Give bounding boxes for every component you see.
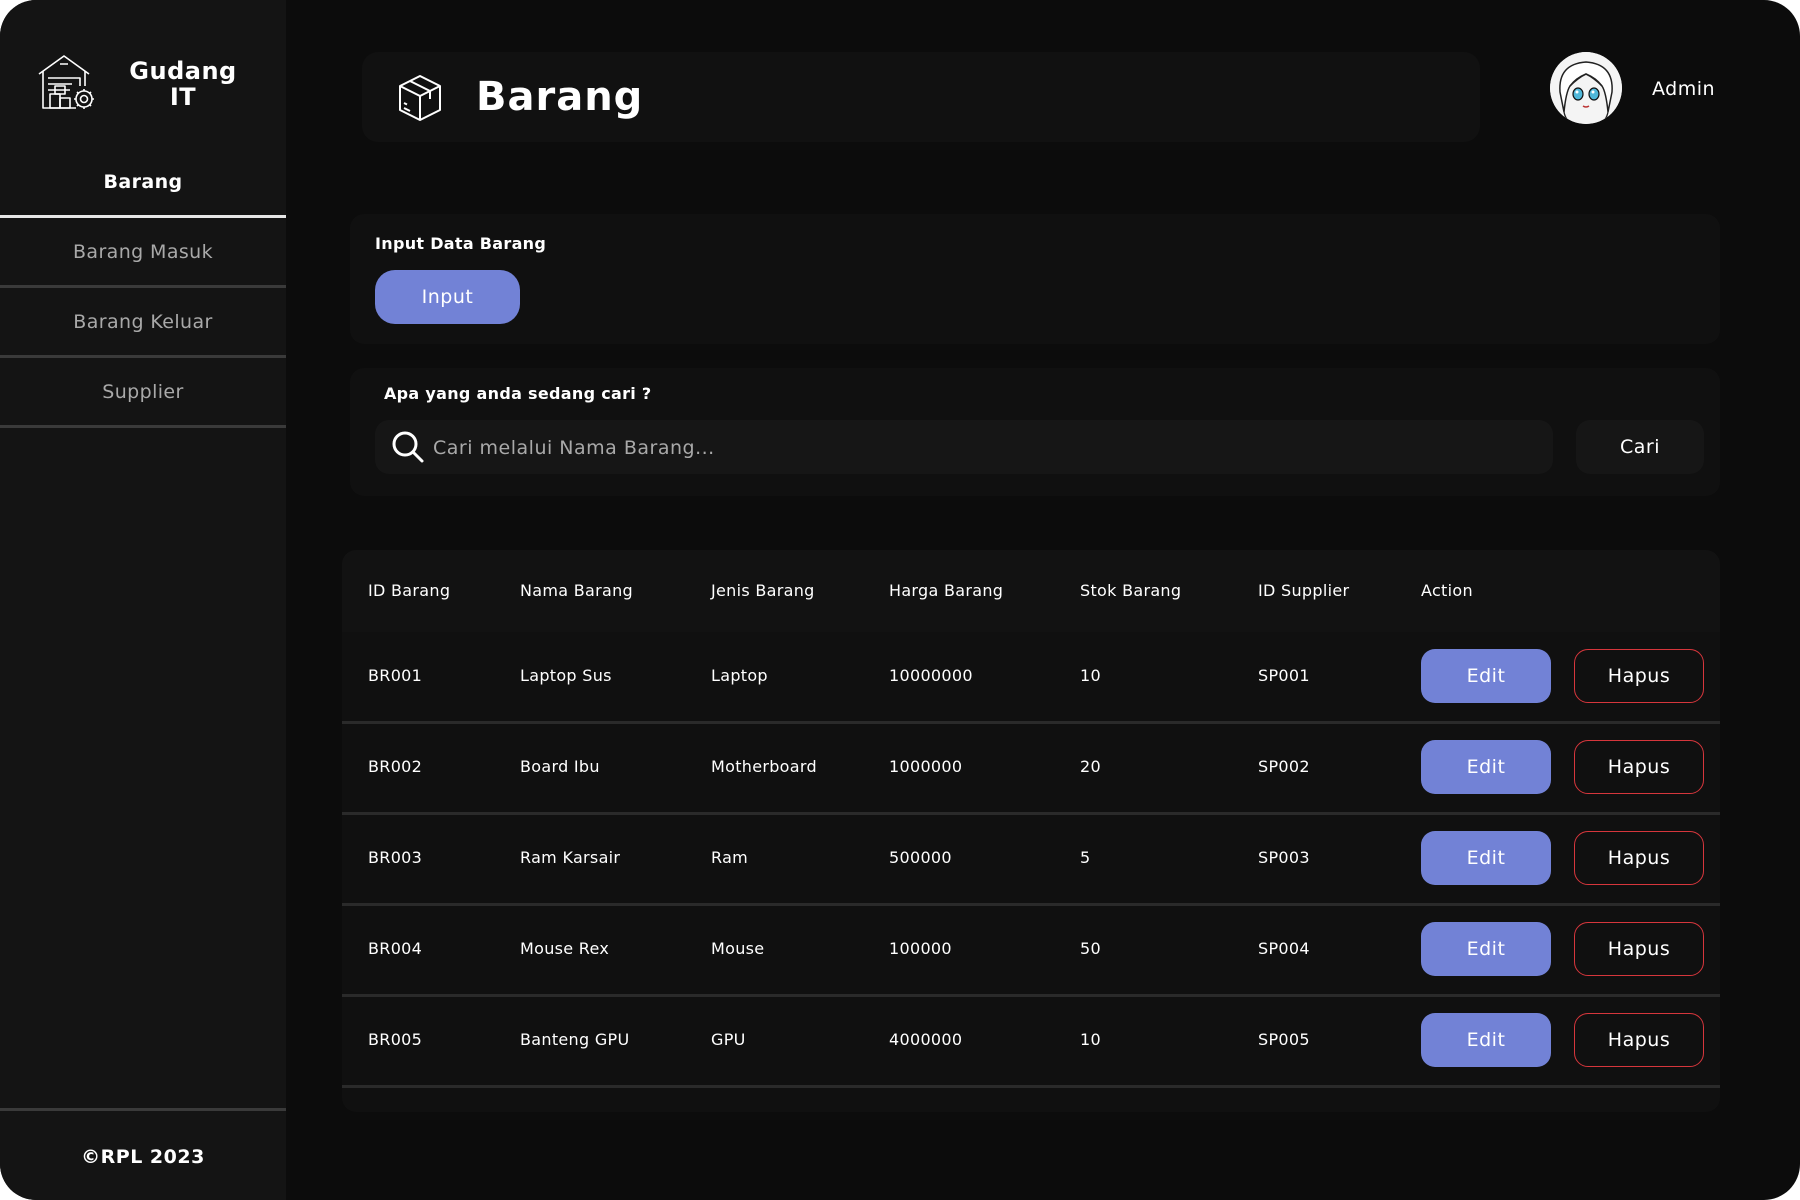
sidebar-nav: Barang Barang Masuk Barang Keluar Suppli… [0,148,286,428]
cell-nama-barang: Ram Karsair [520,848,621,867]
cell-harga-barang: 100000 [889,939,952,958]
avatar-icon [1550,52,1622,124]
edit-button[interactable]: Edit [1421,1013,1551,1067]
cell-stok-barang: 50 [1080,939,1101,958]
column-header-id-barang[interactable]: ID Barang [368,581,450,600]
cell-jenis-barang: Motherboard [711,757,817,776]
cell-jenis-barang: Laptop [711,666,768,685]
brand-name-line2: IT [169,83,197,111]
page-header: Barang [362,52,1480,142]
table-header-row: ID Barang Nama Barang Jenis Barang Harga… [342,550,1720,632]
delete-button[interactable]: Hapus [1574,740,1704,794]
cell-id-supplier: SP003 [1258,848,1310,867]
column-header-harga-barang[interactable]: Harga Barang [889,581,1003,600]
brand-name: Gudang IT [118,58,248,110]
sidebar: Gudang IT Barang Barang Masuk Barang Kel… [0,0,286,1200]
cell-nama-barang: Board Ibu [520,757,600,776]
table-row: BR003 Ram Karsair Ram 500000 5 SP003 Edi… [342,814,1720,906]
delete-button[interactable]: Hapus [1574,922,1704,976]
cell-stok-barang: 20 [1080,757,1101,776]
cell-jenis-barang: Mouse [711,939,765,958]
cell-id-barang: BR005 [368,1030,423,1049]
delete-button[interactable]: Hapus [1574,831,1704,885]
search-button[interactable]: Cari [1576,420,1704,474]
sidebar-item-barang-masuk[interactable]: Barang Masuk [0,218,286,288]
column-header-id-supplier[interactable]: ID Supplier [1258,581,1349,600]
sidebar-item-barang[interactable]: Barang [0,148,286,218]
column-header-stok-barang[interactable]: Stok Barang [1080,581,1181,600]
cell-jenis-barang: GPU [711,1030,746,1049]
input-data-panel: Input Data Barang Input [350,214,1720,344]
cell-id-barang: BR004 [368,939,423,958]
cell-nama-barang: Laptop Sus [520,666,612,685]
sidebar-item-barang-keluar[interactable]: Barang Keluar [0,288,286,358]
user-name[interactable]: Admin [1652,78,1715,100]
edit-button[interactable]: Edit [1421,922,1551,976]
edit-button[interactable]: Edit [1421,649,1551,703]
table-row: BR001 Laptop Sus Laptop 10000000 10 SP00… [342,632,1720,724]
cell-id-supplier: SP001 [1258,666,1310,685]
cell-id-barang: BR001 [368,666,423,685]
page-title: Barang [476,74,644,120]
barang-table: ID Barang Nama Barang Jenis Barang Harga… [342,550,1720,1112]
column-header-action: Action [1421,581,1473,600]
cell-harga-barang: 10000000 [889,666,973,685]
cell-id-barang: BR003 [368,848,423,867]
search-label: Apa yang anda sedang cari ? [384,384,652,403]
edit-button[interactable]: Edit [1421,831,1551,885]
column-header-jenis-barang[interactable]: Jenis Barang [711,581,815,600]
brand[interactable]: Gudang IT [36,50,266,120]
copyright-footer: ©RPL 2023 [0,1108,286,1200]
input-button[interactable]: Input [375,270,520,324]
table-row: BR005 Banteng GPU GPU 4000000 10 SP005 E… [342,996,1720,1088]
cell-nama-barang: Banteng GPU [520,1030,630,1049]
search-icon [392,431,424,463]
search-panel: Apa yang anda sedang cari ? Cari [350,368,1720,496]
input-data-label: Input Data Barang [375,234,547,253]
brand-name-line1: Gudang [129,57,237,85]
cell-jenis-barang: Ram [711,848,749,867]
delete-button[interactable]: Hapus [1574,1013,1704,1067]
cell-stok-barang: 10 [1080,1030,1101,1049]
search-input[interactable] [431,420,1535,476]
table-row: BR002 Board Ibu Motherboard 1000000 20 S… [342,723,1720,815]
sidebar-item-supplier[interactable]: Supplier [0,358,286,428]
box-icon [399,75,441,121]
warehouse-icon [38,55,94,109]
cell-stok-barang: 5 [1080,848,1091,867]
cell-id-supplier: SP002 [1258,757,1310,776]
edit-button[interactable]: Edit [1421,740,1551,794]
delete-button[interactable]: Hapus [1574,649,1704,703]
cell-id-supplier: SP005 [1258,1030,1310,1049]
cell-stok-barang: 10 [1080,666,1101,685]
cell-id-barang: BR002 [368,757,423,776]
table-row: BR004 Mouse Rex Mouse 100000 50 SP004 Ed… [342,905,1720,997]
cell-nama-barang: Mouse Rex [520,939,610,958]
cell-harga-barang: 500000 [889,848,952,867]
app-window: Gudang IT Barang Barang Masuk Barang Kel… [0,0,1800,1200]
cell-id-supplier: SP004 [1258,939,1310,958]
cell-harga-barang: 1000000 [889,757,963,776]
avatar[interactable] [1550,52,1622,124]
cell-harga-barang: 4000000 [889,1030,963,1049]
search-box [375,420,1553,476]
column-header-nama-barang[interactable]: Nama Barang [520,581,633,600]
